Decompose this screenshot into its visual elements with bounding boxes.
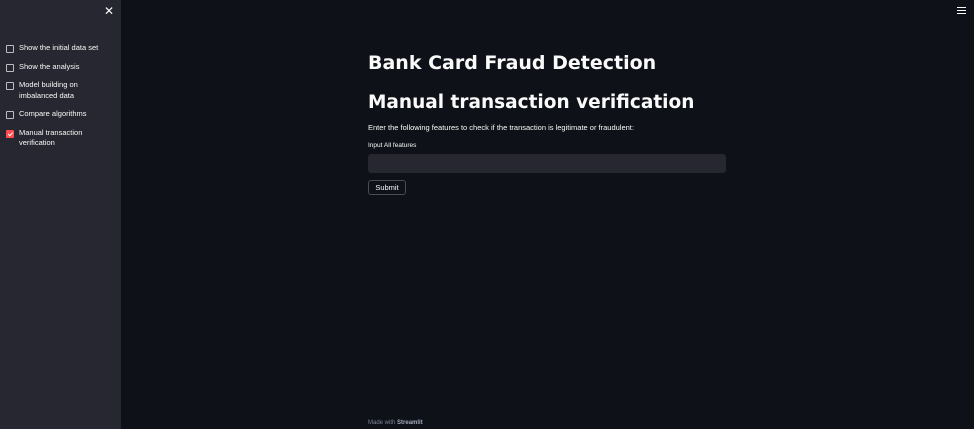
checkbox-show-analysis[interactable]: Show the analysis <box>6 62 118 73</box>
checkbox-show-initial-data-set[interactable]: Show the initial data set <box>6 43 118 54</box>
checkbox-box[interactable] <box>6 111 14 119</box>
page-title: Bank Card Fraud Detection <box>368 52 657 74</box>
checkbox-box[interactable] <box>6 63 14 72</box>
footer-brand-link[interactable]: Streamlit <box>397 420 423 426</box>
checkbox-box-checked[interactable] <box>6 129 14 138</box>
section-title: Manual transaction verification <box>368 92 695 113</box>
checkbox-compare-algorithms[interactable]: Compare algorithms <box>6 109 118 120</box>
input-label: Input All features <box>368 142 417 149</box>
checkbox-box[interactable] <box>6 82 14 90</box>
checkbox-label: Compare algorithms <box>19 109 87 118</box>
features-input[interactable] <box>368 154 726 173</box>
description-text: Enter the following features to check if… <box>368 123 634 132</box>
sidebar: ✕ Show the initial data set Show the ana… <box>0 0 121 429</box>
checkbox-box[interactable] <box>6 45 14 53</box>
checkbox-list: Show the initial data set Show the analy… <box>6 43 118 157</box>
checkbox-label: Show the initial data set <box>19 43 99 52</box>
hamburger-menu-icon[interactable] <box>957 7 966 14</box>
footer: Made with Streamlit <box>368 420 423 426</box>
footer-prefix: Made with <box>368 420 396 426</box>
checkbox-label: Model building on imbalanced data <box>19 80 78 100</box>
checkbox-label: Show the analysis <box>19 61 80 71</box>
checkbox-manual-verification[interactable]: Manual transaction verification <box>6 128 118 149</box>
close-icon[interactable]: ✕ <box>103 5 115 17</box>
submit-button[interactable]: Submit <box>368 180 406 195</box>
checkbox-model-building[interactable]: Model building on imbalanced data <box>6 80 118 101</box>
checkbox-label: Manual transaction verification <box>19 127 83 148</box>
